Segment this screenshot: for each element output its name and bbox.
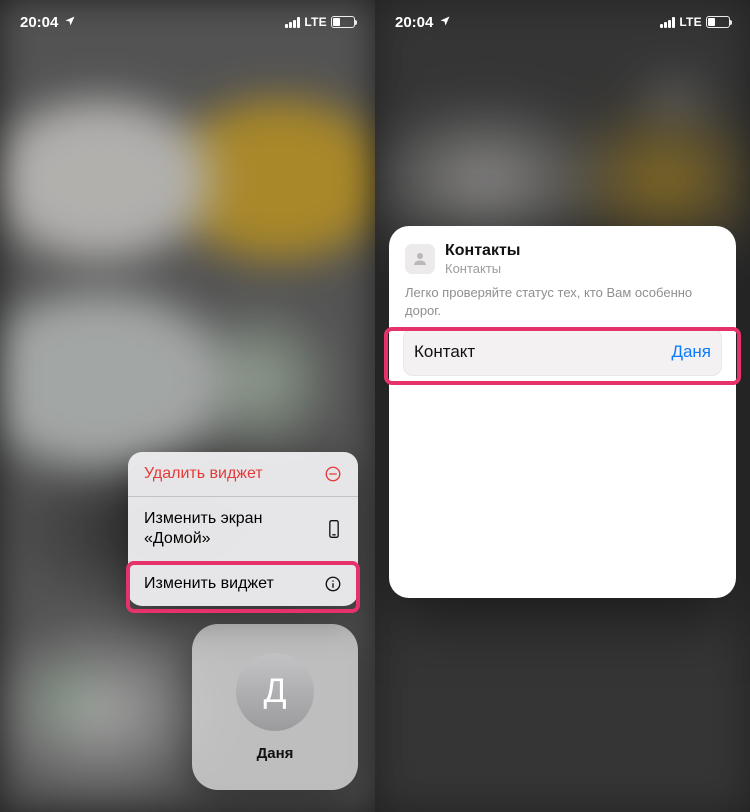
battery-icon	[331, 16, 355, 28]
sheet-subtitle: Контакты	[445, 261, 520, 276]
contact-field-row[interactable]: Контакт Даня	[403, 328, 722, 376]
contacts-app-icon	[405, 244, 435, 274]
left-screenshot: 20:04 LTE Удалить виджет Изменить экран …	[0, 0, 375, 812]
menu-item-label: Удалить виджет	[144, 464, 263, 484]
contact-name-label: Даня	[257, 745, 294, 762]
right-screenshot: 20:04 LTE Контакты Контакты Легко провер…	[375, 0, 750, 812]
avatar-initial: Д	[263, 672, 286, 711]
status-time: 20:04	[20, 14, 58, 31]
status-bar: 20:04 LTE	[375, 0, 750, 44]
edit-home-screen-item[interactable]: Изменить экран «Домой»	[128, 496, 358, 561]
menu-item-label: Изменить виджет	[144, 574, 274, 594]
delete-widget-item[interactable]: Удалить виджет	[128, 452, 358, 496]
location-icon	[439, 14, 451, 31]
avatar: Д	[236, 653, 314, 731]
network-type: LTE	[304, 15, 327, 29]
edit-widget-item[interactable]: Изменить виджет	[128, 561, 358, 606]
status-time: 20:04	[395, 14, 433, 31]
network-type: LTE	[679, 15, 702, 29]
cellular-signal-icon	[285, 17, 300, 28]
edit-widget-sheet: Контакты Контакты Легко проверяйте стату…	[389, 226, 736, 598]
sheet-description: Легко проверяйте статус тех, кто Вам осо…	[405, 284, 720, 320]
minus-circle-icon	[324, 465, 342, 483]
contact-widget[interactable]: Д Даня	[192, 624, 358, 790]
battery-icon	[706, 16, 730, 28]
phone-icon	[326, 519, 342, 539]
location-icon	[64, 14, 76, 31]
cellular-signal-icon	[660, 17, 675, 28]
context-menu: Удалить виджет Изменить экран «Домой» Из…	[128, 452, 358, 606]
info-circle-icon	[324, 575, 342, 593]
field-label: Контакт	[414, 342, 475, 362]
sheet-title: Контакты	[445, 242, 520, 260]
menu-item-label: Изменить экран «Домой»	[144, 509, 326, 549]
status-bar: 20:04 LTE	[0, 0, 375, 44]
field-value: Даня	[671, 342, 711, 362]
sheet-header: Контакты Контакты	[405, 242, 720, 276]
